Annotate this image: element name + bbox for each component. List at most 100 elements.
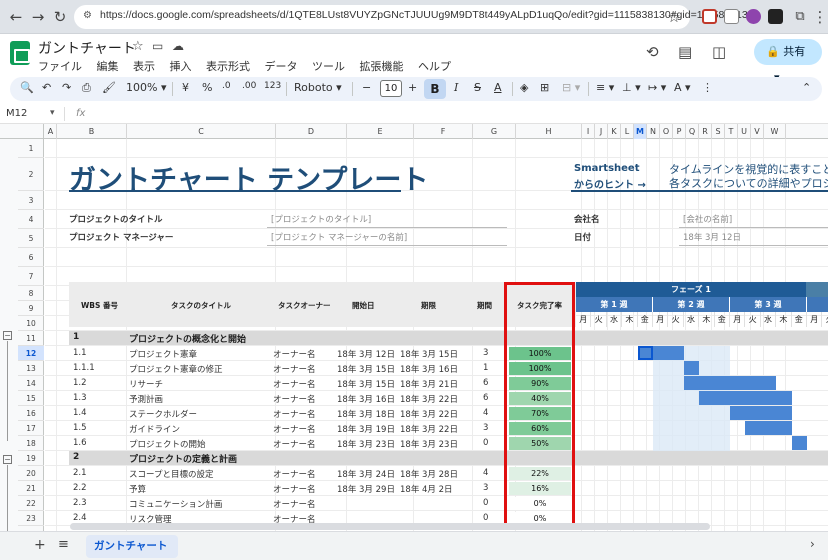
row-header-5[interactable]: 5 [18,229,44,248]
column-header-c[interactable]: C [127,124,276,139]
align-vertical-icon[interactable]: ⊥ ▾ [622,81,641,94]
gantt-bar[interactable] [745,421,792,435]
extension-icon-1[interactable] [702,9,717,24]
address-bar[interactable]: ⚙ https://docs.google.com/spreadsheets/d… [74,5,754,29]
menu-format[interactable]: 表示形式 [206,60,250,73]
font-size-decrease-button[interactable]: − [362,81,371,94]
column-header-d[interactable]: D [276,124,347,139]
text-wrap-icon[interactable]: ↦ ▾ [648,81,666,94]
menu-view[interactable]: 表示 [133,60,155,73]
row-header-2[interactable]: 2 [18,158,44,191]
meet-camera-icon[interactable]: ◫ [712,43,726,61]
row-header-4[interactable]: 4 [18,210,44,229]
row-header-9[interactable]: 9 [18,301,44,316]
print-icon[interactable]: ⎙ [82,81,91,95]
number-format-button[interactable]: 123 [264,81,281,91]
row-header-21[interactable]: 21 [18,481,44,496]
menu-extensions[interactable]: 拡張機能 [360,60,404,73]
percent-button[interactable]: % [202,81,212,94]
column-header-s[interactable]: S [712,124,725,139]
column-header-e[interactable]: E [347,124,414,139]
undo-icon[interactable]: ↶ [42,81,51,94]
currency-button[interactable]: ¥ [182,81,189,94]
column-header-v[interactable]: V [751,124,764,139]
menu-file[interactable]: ファイル [38,60,82,73]
strikethrough-button[interactable]: S [474,81,481,94]
sheet-grid[interactable]: ガントチャート テンプレート Smartsheet からのヒント → タイムライ… [45,139,828,531]
chevron-up-icon[interactable]: ⌃ [802,81,811,94]
document-title[interactable]: ガントチャート [38,38,136,58]
decrease-decimal-button[interactable]: .0 [222,81,231,91]
gantt-bar[interactable] [699,391,792,405]
formula-input[interactable] [96,106,816,122]
row-header-7[interactable]: 7 [18,267,44,286]
column-header-i[interactable]: I [582,124,595,139]
row-header-20[interactable]: 20 [18,466,44,481]
merge-cells-icon[interactable]: ⊟ ▾ [562,81,580,94]
row-header-23[interactable]: 23 [18,511,44,526]
column-header-r[interactable]: R [699,124,712,139]
row-header-16[interactable]: 16 [18,406,44,421]
bookmark-star-icon[interactable]: ☆ [664,7,684,27]
row-header-6[interactable]: 6 [18,248,44,267]
column-header-n[interactable]: N [647,124,660,139]
cloud-status-icon[interactable]: ☁ [172,39,184,53]
row-header-19[interactable]: 19 [18,451,44,466]
row-header-3[interactable]: 3 [18,191,44,210]
extensions-puzzle-icon[interactable]: ⧉ [790,7,810,27]
column-header-q[interactable]: Q [686,124,699,139]
row-header-18[interactable]: 18 [18,436,44,451]
row-header-13[interactable]: 13 [18,361,44,376]
row-header-11[interactable]: 11 [18,331,44,346]
row-header-10[interactable]: 10 [18,316,44,331]
column-header-t[interactable]: T [725,124,738,139]
gantt-bar[interactable] [730,406,792,420]
column-header-b[interactable]: B [57,124,127,139]
column-header-w[interactable]: W [764,124,786,139]
column-header-h[interactable]: H [516,124,582,139]
row-header-22[interactable]: 22 [18,496,44,511]
horizontal-scrollbar[interactable] [70,523,710,530]
italic-button[interactable]: I [454,81,458,94]
font-size-increase-button[interactable]: + [408,81,417,94]
text-rotation-icon[interactable]: A ▾ [674,81,691,94]
extension-icon-2[interactable] [724,9,739,24]
star-icon[interactable]: ☆ [132,39,144,54]
select-all-corner[interactable] [0,124,44,139]
row-header-17[interactable]: 17 [18,421,44,436]
column-header-p[interactable]: P [673,124,686,139]
row-header-14[interactable]: 14 [18,376,44,391]
zoom-select[interactable]: 100% ▾ [126,81,166,94]
share-button[interactable]: 🔒 共有 ▾ [754,39,822,84]
site-info-icon[interactable]: ⚙ [83,10,92,21]
name-box[interactable]: M12 [6,108,27,119]
extension-icon-4[interactable] [768,9,783,24]
search-icon[interactable]: 🔍 [20,81,34,94]
menu-tools[interactable]: ツール [312,60,345,73]
column-header-j[interactable]: J [595,124,608,139]
align-horizontal-icon[interactable]: ≡ ▾ [596,81,614,94]
column-header-m[interactable]: M [634,124,647,139]
menu-edit[interactable]: 編集 [97,60,119,73]
forward-icon[interactable]: → [28,7,48,27]
move-folder-icon[interactable]: ▭ [152,39,163,53]
bold-button[interactable]: B [424,79,446,99]
font-select[interactable]: Roboto ▾ [294,81,342,94]
column-header-a[interactable]: A [45,124,57,139]
gantt-bar[interactable] [683,376,777,390]
column-header-g[interactable]: G [473,124,516,139]
increase-decimal-button[interactable]: .00 [242,81,256,91]
profile-icon[interactable]: ⋮ [810,7,828,27]
column-header-k[interactable]: K [608,124,621,139]
row-header-1[interactable]: 1 [18,139,44,158]
text-color-button[interactable]: A [494,81,502,94]
history-icon[interactable]: ⟲ [646,43,659,61]
group-collapse-icon[interactable]: − [3,455,12,464]
column-header-u[interactable]: U [738,124,751,139]
add-sheet-icon[interactable]: + [34,537,46,553]
sheets-logo-icon[interactable] [10,41,30,65]
comments-icon[interactable]: ▤ [678,43,692,61]
name-box-dropdown-icon[interactable]: ▾ [50,108,55,118]
selected-cell-m12[interactable] [637,346,653,360]
menu-insert[interactable]: 挿入 [170,60,192,73]
